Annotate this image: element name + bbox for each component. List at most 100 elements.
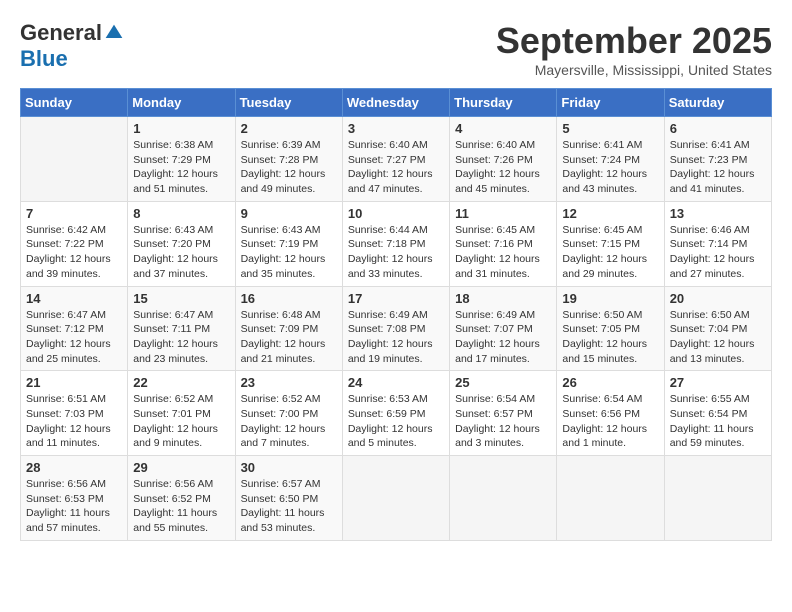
calendar-cell: 13 Sunrise: 6:46 AM Sunset: 7:14 PM Dayli… <box>664 201 771 286</box>
weekday-header-sunday: Sunday <box>21 89 128 117</box>
title-block: September 2025 Mayersville, Mississippi,… <box>496 20 772 78</box>
day-info: Sunrise: 6:56 AM Sunset: 6:52 PM Dayligh… <box>133 477 229 536</box>
page-header: General Blue September 2025 Mayersville,… <box>20 20 772 78</box>
day-info: Sunrise: 6:52 AM Sunset: 7:01 PM Dayligh… <box>133 392 229 451</box>
day-info: Sunrise: 6:54 AM Sunset: 6:56 PM Dayligh… <box>562 392 658 451</box>
day-info: Sunrise: 6:53 AM Sunset: 6:59 PM Dayligh… <box>348 392 444 451</box>
day-number: 4 <box>455 121 551 136</box>
day-info: Sunrise: 6:50 AM Sunset: 7:05 PM Dayligh… <box>562 308 658 367</box>
weekday-header-wednesday: Wednesday <box>342 89 449 117</box>
day-number: 14 <box>26 291 122 306</box>
day-number: 3 <box>348 121 444 136</box>
calendar-cell: 25Sunrise: 6:54 AM Sunset: 6:57 PM Dayli… <box>450 371 557 456</box>
calendar-cell: 14 Sunrise: 6:47 AM Sunset: 7:12 PM Dayli… <box>21 286 128 371</box>
calendar-cell: 21Sunrise: 6:51 AM Sunset: 7:03 PM Dayli… <box>21 371 128 456</box>
weekday-header-thursday: Thursday <box>450 89 557 117</box>
day-info: Sunrise: 6:49 AM Sunset: 7:07 PM Dayligh… <box>455 308 551 367</box>
week-row-4: 28Sunrise: 6:56 AM Sunset: 6:53 PM Dayli… <box>21 456 772 541</box>
day-info: Sunrise: 6:46 AM Sunset: 7:14 PM Dayligh… <box>670 223 766 282</box>
weekday-header-row: SundayMondayTuesdayWednesdayThursdayFrid… <box>21 89 772 117</box>
calendar-cell: 17 Sunrise: 6:49 AM Sunset: 7:08 PM Dayli… <box>342 286 449 371</box>
calendar-cell <box>342 456 449 541</box>
calendar-cell: 20 Sunrise: 6:50 AM Sunset: 7:04 PM Dayli… <box>664 286 771 371</box>
calendar-cell <box>557 456 664 541</box>
calendar-cell: 19 Sunrise: 6:50 AM Sunset: 7:05 PM Dayli… <box>557 286 664 371</box>
day-info: Sunrise: 6:47 AM Sunset: 7:11 PM Dayligh… <box>133 308 229 367</box>
day-number: 12 <box>562 206 658 221</box>
calendar-cell: 24Sunrise: 6:53 AM Sunset: 6:59 PM Dayli… <box>342 371 449 456</box>
weekday-header-friday: Friday <box>557 89 664 117</box>
calendar-cell: 27Sunrise: 6:55 AM Sunset: 6:54 PM Dayli… <box>664 371 771 456</box>
logo: General Blue <box>20 20 124 72</box>
day-number: 18 <box>455 291 551 306</box>
day-info: Sunrise: 6:38 AM Sunset: 7:29 PM Dayligh… <box>133 138 229 197</box>
calendar-cell: 30 Sunrise: 6:57 AM Sunset: 6:50 PM Dayli… <box>235 456 342 541</box>
day-number: 30 <box>241 460 337 475</box>
day-number: 22 <box>133 375 229 390</box>
calendar-cell: 7Sunrise: 6:42 AM Sunset: 7:22 PM Daylig… <box>21 201 128 286</box>
day-info: Sunrise: 6:51 AM Sunset: 7:03 PM Dayligh… <box>26 392 122 451</box>
day-number: 11 <box>455 206 551 221</box>
calendar-cell: 4Sunrise: 6:40 AM Sunset: 7:26 PM Daylig… <box>450 117 557 202</box>
calendar-cell: 8Sunrise: 6:43 AM Sunset: 7:20 PM Daylig… <box>128 201 235 286</box>
calendar-cell: 28Sunrise: 6:56 AM Sunset: 6:53 PM Dayli… <box>21 456 128 541</box>
day-number: 28 <box>26 460 122 475</box>
day-info: Sunrise: 6:57 AM Sunset: 6:50 PM Dayligh… <box>241 477 337 536</box>
location: Mayersville, Mississippi, United States <box>496 62 772 78</box>
day-number: 23 <box>241 375 337 390</box>
calendar-cell: 18 Sunrise: 6:49 AM Sunset: 7:07 PM Dayli… <box>450 286 557 371</box>
weekday-header-monday: Monday <box>128 89 235 117</box>
calendar-cell: 6 Sunrise: 6:41 AM Sunset: 7:23 PM Daylig… <box>664 117 771 202</box>
day-number: 20 <box>670 291 766 306</box>
day-number: 9 <box>241 206 337 221</box>
day-number: 2 <box>241 121 337 136</box>
day-number: 10 <box>348 206 444 221</box>
week-row-1: 7Sunrise: 6:42 AM Sunset: 7:22 PM Daylig… <box>21 201 772 286</box>
day-info: Sunrise: 6:50 AM Sunset: 7:04 PM Dayligh… <box>670 308 766 367</box>
calendar-cell <box>664 456 771 541</box>
week-row-3: 21Sunrise: 6:51 AM Sunset: 7:03 PM Dayli… <box>21 371 772 456</box>
calendar-cell: 16 Sunrise: 6:48 AM Sunset: 7:09 PM Dayli… <box>235 286 342 371</box>
day-info: Sunrise: 6:48 AM Sunset: 7:09 PM Dayligh… <box>241 308 337 367</box>
day-info: Sunrise: 6:47 AM Sunset: 7:12 PM Dayligh… <box>26 308 122 367</box>
calendar-cell: 22 Sunrise: 6:52 AM Sunset: 7:01 PM Dayli… <box>128 371 235 456</box>
calendar-cell: 26Sunrise: 6:54 AM Sunset: 6:56 PM Dayli… <box>557 371 664 456</box>
week-row-2: 14 Sunrise: 6:47 AM Sunset: 7:12 PM Dayli… <box>21 286 772 371</box>
month-title: September 2025 <box>496 20 772 62</box>
calendar-cell: 12 Sunrise: 6:45 AM Sunset: 7:15 PM Dayli… <box>557 201 664 286</box>
calendar-cell: 15 Sunrise: 6:47 AM Sunset: 7:11 PM Dayli… <box>128 286 235 371</box>
day-info: Sunrise: 6:52 AM Sunset: 7:00 PM Dayligh… <box>241 392 337 451</box>
week-row-0: 1 Sunrise: 6:38 AM Sunset: 7:29 PM Daylig… <box>21 117 772 202</box>
calendar-table: SundayMondayTuesdayWednesdayThursdayFrid… <box>20 88 772 541</box>
day-info: Sunrise: 6:45 AM Sunset: 7:15 PM Dayligh… <box>562 223 658 282</box>
day-number: 6 <box>670 121 766 136</box>
calendar-cell: 9 Sunrise: 6:43 AM Sunset: 7:19 PM Daylig… <box>235 201 342 286</box>
day-number: 13 <box>670 206 766 221</box>
day-info: Sunrise: 6:45 AM Sunset: 7:16 PM Dayligh… <box>455 223 551 282</box>
calendar-cell: 1 Sunrise: 6:38 AM Sunset: 7:29 PM Daylig… <box>128 117 235 202</box>
day-info: Sunrise: 6:39 AM Sunset: 7:28 PM Dayligh… <box>241 138 337 197</box>
calendar-cell: 2 Sunrise: 6:39 AM Sunset: 7:28 PM Daylig… <box>235 117 342 202</box>
day-info: Sunrise: 6:55 AM Sunset: 6:54 PM Dayligh… <box>670 392 766 451</box>
logo-blue-text: Blue <box>20 46 68 72</box>
day-number: 1 <box>133 121 229 136</box>
day-number: 19 <box>562 291 658 306</box>
day-info: Sunrise: 6:43 AM Sunset: 7:19 PM Dayligh… <box>241 223 337 282</box>
day-info: Sunrise: 6:40 AM Sunset: 7:27 PM Dayligh… <box>348 138 444 197</box>
day-number: 29 <box>133 460 229 475</box>
day-info: Sunrise: 6:42 AM Sunset: 7:22 PM Dayligh… <box>26 223 122 282</box>
day-number: 17 <box>348 291 444 306</box>
day-number: 16 <box>241 291 337 306</box>
day-info: Sunrise: 6:41 AM Sunset: 7:23 PM Dayligh… <box>670 138 766 197</box>
weekday-header-saturday: Saturday <box>664 89 771 117</box>
day-info: Sunrise: 6:49 AM Sunset: 7:08 PM Dayligh… <box>348 308 444 367</box>
calendar-cell: 10Sunrise: 6:44 AM Sunset: 7:18 PM Dayli… <box>342 201 449 286</box>
logo-general-text: General <box>20 20 102 46</box>
calendar-cell <box>21 117 128 202</box>
calendar-cell: 5Sunrise: 6:41 AM Sunset: 7:24 PM Daylig… <box>557 117 664 202</box>
calendar-cell <box>450 456 557 541</box>
day-number: 25 <box>455 375 551 390</box>
logo-icon <box>104 23 124 43</box>
day-number: 15 <box>133 291 229 306</box>
day-info: Sunrise: 6:43 AM Sunset: 7:20 PM Dayligh… <box>133 223 229 282</box>
